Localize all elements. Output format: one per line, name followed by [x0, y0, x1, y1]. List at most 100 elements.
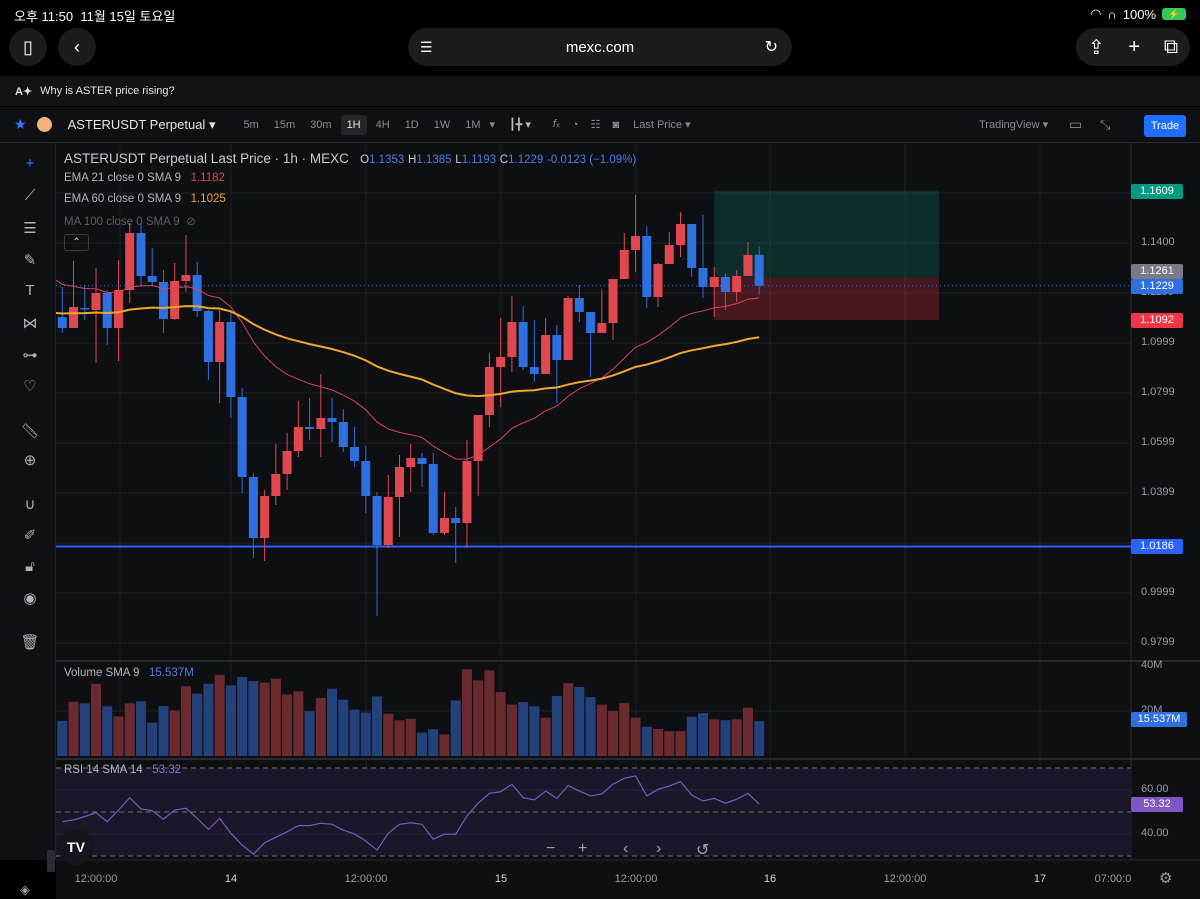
high-value: 1.1385 — [416, 154, 452, 166]
candle-body — [316, 418, 326, 429]
tf-1w[interactable]: 1W — [428, 115, 457, 135]
tf-4h[interactable]: 4H — [370, 115, 396, 135]
volume-bar — [293, 691, 304, 756]
sidebar-toggle-button[interactable]: ▯ — [9, 28, 47, 66]
symbol-title: ASTERUSDT Perpetual Last Price · 1h · ME… — [64, 151, 349, 166]
eye-hidden-icon[interactable]: ⊘ — [186, 216, 196, 228]
candle-body — [574, 298, 584, 312]
page-menu-icon[interactable]: ☰ — [420, 39, 433, 56]
price-tick: 1.0399 — [1141, 486, 1175, 499]
indicators-fx-icon[interactable]: 𝑓ₓ — [553, 118, 560, 131]
fullscreen-icon[interactable]: ⤡ — [1100, 117, 1110, 133]
battery-charging-icon: ⚡ — [1162, 8, 1186, 20]
scroll-right-icon[interactable]: › — [656, 840, 661, 858]
horizontal-lines-icon[interactable]: ☰ — [16, 219, 44, 237]
layout-select[interactable]: TradingView ▾ — [979, 118, 1048, 131]
brush-icon[interactable]: ✎ — [16, 251, 44, 269]
candle-body — [529, 367, 539, 374]
lock-icon[interactable]: 🔓︎ — [16, 558, 44, 575]
eye-icon[interactable]: ◉ — [16, 589, 44, 607]
magnet-icon[interactable]: ∪ — [16, 495, 44, 513]
volume-bar — [675, 731, 686, 756]
ruler-icon[interactable]: 📏︎ — [16, 422, 44, 440]
price-type-select[interactable]: Last Price ▾ — [633, 118, 691, 131]
ma100-legend[interactable]: MA 100 close 0 SMA 9 ⊘ — [64, 214, 196, 228]
tf-1h[interactable]: 1H — [340, 114, 367, 135]
panel-collapse-handle[interactable] — [47, 850, 55, 872]
rsi-tick: 60.00 — [1141, 783, 1169, 795]
address-bar[interactable]: ☰ mexc.com ↻ — [408, 28, 792, 66]
ai-banner[interactable]: A✦ Why is ASTER price rising? — [0, 76, 1200, 106]
tf-1d[interactable]: 1D — [399, 115, 425, 135]
layers-icon[interactable]: ◈ — [20, 882, 30, 898]
candle-body — [754, 254, 764, 286]
back-button[interactable]: ‹ — [58, 28, 96, 66]
candle-body — [91, 293, 101, 310]
heart-icon[interactable]: ♡ — [16, 377, 44, 395]
share-icon[interactable]: ⇪ — [1088, 35, 1105, 60]
text-icon[interactable]: T — [16, 282, 44, 299]
tradingview-logo[interactable]: TV — [58, 829, 94, 865]
price-tick: 1.1400 — [1141, 236, 1175, 248]
symbol-selector[interactable]: ASTERUSDT Perpetual ▾ — [68, 117, 216, 133]
banner-text[interactable]: Why is ASTER price rising? — [40, 85, 174, 97]
tf-1m[interactable]: 1M — [459, 115, 486, 135]
camera-icon[interactable]: ◙ — [612, 119, 619, 131]
chart-toolbar: ★ ASTERUSDT Perpetual ▾ 5m 15m 30m 1H 4H… — [0, 107, 1200, 143]
tf-5m[interactable]: 5m — [237, 115, 264, 135]
candle-body — [631, 236, 641, 250]
candle-body — [709, 277, 719, 287]
volume-bar — [686, 716, 697, 756]
volume-bar — [225, 685, 236, 756]
candle-body — [732, 276, 742, 292]
crosshair-icon[interactable]: + — [16, 155, 44, 172]
settings-gear-icon[interactable]: ⚙ — [1159, 869, 1172, 887]
volume-bar — [405, 718, 416, 756]
tf-30m[interactable]: 30m — [304, 115, 337, 135]
trend-line-icon[interactable]: ⟋ — [16, 187, 44, 204]
ema21-legend[interactable]: EMA 21 close 0 SMA 9 1.1182 — [64, 172, 225, 184]
candle-type-icon[interactable]: ┃╋ ▾ — [509, 118, 531, 131]
zoom-out-icon[interactable]: − — [546, 840, 555, 858]
volume-bar — [383, 713, 394, 756]
ma100-label: MA 100 close 0 SMA 9 — [64, 216, 180, 228]
candle-body — [147, 276, 157, 282]
time-tick: 12:00:00 — [74, 873, 118, 885]
favorite-star-icon[interactable]: ★ — [14, 116, 27, 133]
candle-body — [136, 233, 146, 276]
zoom-in-button-icon[interactable]: + — [578, 840, 587, 858]
pattern-icon[interactable]: ⋈ — [16, 314, 44, 332]
reset-chart-icon[interactable]: ↺ — [696, 840, 709, 860]
layout-list-icon[interactable]: ☷ — [591, 118, 601, 131]
lock-drawing-icon[interactable]: ✐ — [16, 526, 44, 544]
volume-bar — [282, 694, 293, 756]
entry-price-badge: 1.1261 — [1131, 264, 1183, 279]
volume-bar — [158, 706, 169, 756]
price-chart[interactable] — [56, 143, 1200, 899]
ema60-legend[interactable]: EMA 60 close 0 SMA 9 1.1025 — [64, 193, 226, 205]
window-icon[interactable]: ▭ — [1069, 116, 1082, 133]
new-tab-icon[interactable]: + — [1128, 36, 1140, 59]
last-price-badge: 1.1229 — [1131, 279, 1183, 294]
volume-bar — [585, 697, 596, 756]
tf-15m[interactable]: 15m — [268, 115, 301, 135]
volume-bar — [495, 692, 506, 756]
tabs-icon[interactable]: ⧉ — [1164, 36, 1178, 59]
rsi-badge: 53.32 — [1131, 797, 1183, 812]
templates-icon[interactable]: ◔ — [572, 119, 579, 131]
candle-body — [619, 250, 629, 279]
volume-bar — [102, 706, 113, 756]
more-timeframes-chevron-icon[interactable]: ▾ — [490, 118, 496, 131]
zoom-in-icon[interactable]: ⊕ — [16, 451, 44, 469]
volume-bar — [630, 717, 641, 756]
trade-button[interactable]: Trade — [1144, 115, 1186, 137]
candle-body — [720, 277, 730, 292]
collapse-legend-button[interactable]: ⌃ — [64, 234, 89, 251]
prediction-icon[interactable]: ⊶ — [16, 346, 44, 364]
volume-bar — [574, 686, 585, 756]
reload-icon[interactable]: ↻ — [765, 37, 778, 57]
trash-icon[interactable]: 🗑︎ — [16, 633, 44, 651]
price-tick: 1.0799 — [1141, 386, 1175, 399]
ema21-value: 1.1182 — [190, 172, 225, 184]
scroll-left-icon[interactable]: ‹ — [623, 840, 628, 858]
